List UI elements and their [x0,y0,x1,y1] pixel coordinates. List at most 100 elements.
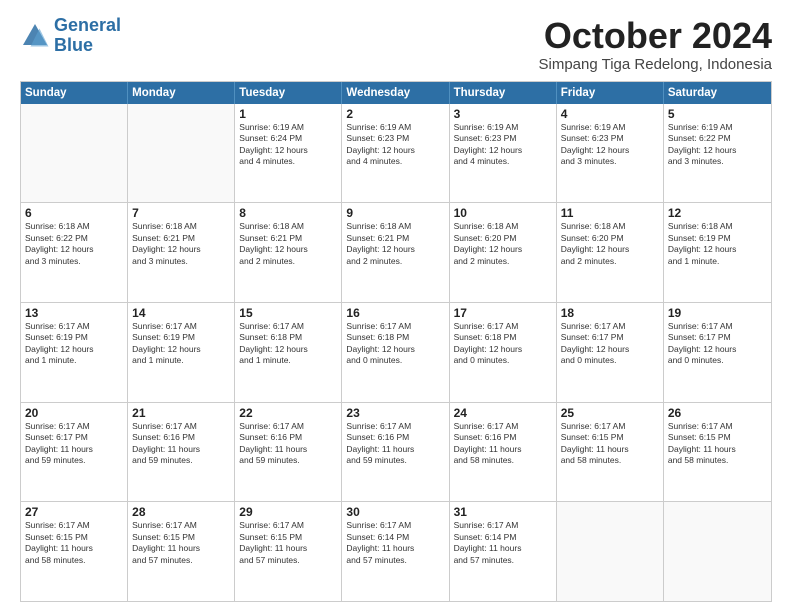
calendar-cell: 23Sunrise: 6:17 AM Sunset: 6:16 PM Dayli… [342,403,449,502]
day-number: 6 [25,206,123,220]
logo-icon [20,21,50,51]
cell-info: Sunrise: 6:17 AM Sunset: 6:15 PM Dayligh… [25,520,123,566]
day-number: 26 [668,406,767,420]
calendar-body: 1Sunrise: 6:19 AM Sunset: 6:24 PM Daylig… [21,104,771,601]
cell-info: Sunrise: 6:17 AM Sunset: 6:16 PM Dayligh… [454,421,552,467]
calendar-cell: 9Sunrise: 6:18 AM Sunset: 6:21 PM Daylig… [342,203,449,302]
cell-info: Sunrise: 6:17 AM Sunset: 6:17 PM Dayligh… [25,421,123,467]
calendar: SundayMondayTuesdayWednesdayThursdayFrid… [20,81,772,602]
cell-info: Sunrise: 6:17 AM Sunset: 6:14 PM Dayligh… [346,520,444,566]
day-number: 23 [346,406,444,420]
cell-info: Sunrise: 6:17 AM Sunset: 6:16 PM Dayligh… [239,421,337,467]
calendar-cell: 26Sunrise: 6:17 AM Sunset: 6:15 PM Dayli… [664,403,771,502]
logo-blue-text: Blue [54,35,93,55]
calendar-cell: 1Sunrise: 6:19 AM Sunset: 6:24 PM Daylig… [235,104,342,203]
month-title: October 2024 [539,16,773,56]
calendar-cell: 22Sunrise: 6:17 AM Sunset: 6:16 PM Dayli… [235,403,342,502]
calendar-cell: 29Sunrise: 6:17 AM Sunset: 6:15 PM Dayli… [235,502,342,601]
day-number: 19 [668,306,767,320]
day-number: 1 [239,107,337,121]
day-number: 20 [25,406,123,420]
calendar-cell-empty [128,104,235,203]
cell-info: Sunrise: 6:17 AM Sunset: 6:19 PM Dayligh… [132,321,230,367]
cell-info: Sunrise: 6:19 AM Sunset: 6:22 PM Dayligh… [668,122,767,168]
day-number: 4 [561,107,659,121]
cell-info: Sunrise: 6:18 AM Sunset: 6:20 PM Dayligh… [561,221,659,267]
day-number: 22 [239,406,337,420]
calendar-header-cell: Monday [128,82,235,104]
day-number: 2 [346,107,444,121]
page: General Blue October 2024 Simpang Tiga R… [0,0,792,612]
cell-info: Sunrise: 6:18 AM Sunset: 6:21 PM Dayligh… [132,221,230,267]
calendar-row: 20Sunrise: 6:17 AM Sunset: 6:17 PM Dayli… [21,402,771,502]
cell-info: Sunrise: 6:17 AM Sunset: 6:15 PM Dayligh… [132,520,230,566]
calendar-cell: 28Sunrise: 6:17 AM Sunset: 6:15 PM Dayli… [128,502,235,601]
calendar-header-row: SundayMondayTuesdayWednesdayThursdayFrid… [21,82,771,104]
day-number: 16 [346,306,444,320]
calendar-cell: 16Sunrise: 6:17 AM Sunset: 6:18 PM Dayli… [342,303,449,402]
cell-info: Sunrise: 6:17 AM Sunset: 6:18 PM Dayligh… [346,321,444,367]
calendar-header-cell: Wednesday [342,82,449,104]
calendar-cell: 31Sunrise: 6:17 AM Sunset: 6:14 PM Dayli… [450,502,557,601]
calendar-cell: 11Sunrise: 6:18 AM Sunset: 6:20 PM Dayli… [557,203,664,302]
logo: General Blue [20,16,121,56]
logo-general-text: General [54,15,121,35]
calendar-row: 6Sunrise: 6:18 AM Sunset: 6:22 PM Daylig… [21,202,771,302]
day-number: 8 [239,206,337,220]
day-number: 15 [239,306,337,320]
calendar-cell: 8Sunrise: 6:18 AM Sunset: 6:21 PM Daylig… [235,203,342,302]
cell-info: Sunrise: 6:18 AM Sunset: 6:19 PM Dayligh… [668,221,767,267]
calendar-cell: 25Sunrise: 6:17 AM Sunset: 6:15 PM Dayli… [557,403,664,502]
calendar-cell: 7Sunrise: 6:18 AM Sunset: 6:21 PM Daylig… [128,203,235,302]
day-number: 3 [454,107,552,121]
title-block: October 2024 Simpang Tiga Redelong, Indo… [539,16,773,73]
cell-info: Sunrise: 6:17 AM Sunset: 6:17 PM Dayligh… [561,321,659,367]
day-number: 17 [454,306,552,320]
cell-info: Sunrise: 6:18 AM Sunset: 6:22 PM Dayligh… [25,221,123,267]
cell-info: Sunrise: 6:17 AM Sunset: 6:18 PM Dayligh… [239,321,337,367]
cell-info: Sunrise: 6:18 AM Sunset: 6:20 PM Dayligh… [454,221,552,267]
calendar-cell: 13Sunrise: 6:17 AM Sunset: 6:19 PM Dayli… [21,303,128,402]
cell-info: Sunrise: 6:17 AM Sunset: 6:17 PM Dayligh… [668,321,767,367]
day-number: 11 [561,206,659,220]
cell-info: Sunrise: 6:17 AM Sunset: 6:16 PM Dayligh… [132,421,230,467]
calendar-header-cell: Tuesday [235,82,342,104]
calendar-cell: 15Sunrise: 6:17 AM Sunset: 6:18 PM Dayli… [235,303,342,402]
day-number: 27 [25,505,123,519]
calendar-cell: 21Sunrise: 6:17 AM Sunset: 6:16 PM Dayli… [128,403,235,502]
day-number: 28 [132,505,230,519]
day-number: 10 [454,206,552,220]
day-number: 13 [25,306,123,320]
cell-info: Sunrise: 6:19 AM Sunset: 6:23 PM Dayligh… [561,122,659,168]
calendar-header-cell: Friday [557,82,664,104]
calendar-cell: 30Sunrise: 6:17 AM Sunset: 6:14 PM Dayli… [342,502,449,601]
calendar-cell: 19Sunrise: 6:17 AM Sunset: 6:17 PM Dayli… [664,303,771,402]
calendar-cell-empty [557,502,664,601]
cell-info: Sunrise: 6:19 AM Sunset: 6:23 PM Dayligh… [454,122,552,168]
calendar-header-cell: Saturday [664,82,771,104]
calendar-cell-empty [21,104,128,203]
calendar-cell: 18Sunrise: 6:17 AM Sunset: 6:17 PM Dayli… [557,303,664,402]
calendar-header-cell: Thursday [450,82,557,104]
day-number: 30 [346,505,444,519]
calendar-cell: 10Sunrise: 6:18 AM Sunset: 6:20 PM Dayli… [450,203,557,302]
location-title: Simpang Tiga Redelong, Indonesia [539,56,773,73]
day-number: 18 [561,306,659,320]
calendar-cell: 2Sunrise: 6:19 AM Sunset: 6:23 PM Daylig… [342,104,449,203]
day-number: 24 [454,406,552,420]
cell-info: Sunrise: 6:17 AM Sunset: 6:19 PM Dayligh… [25,321,123,367]
calendar-cell: 3Sunrise: 6:19 AM Sunset: 6:23 PM Daylig… [450,104,557,203]
day-number: 21 [132,406,230,420]
cell-info: Sunrise: 6:19 AM Sunset: 6:23 PM Dayligh… [346,122,444,168]
calendar-cell-empty [664,502,771,601]
cell-info: Sunrise: 6:19 AM Sunset: 6:24 PM Dayligh… [239,122,337,168]
header: General Blue October 2024 Simpang Tiga R… [20,16,772,73]
calendar-cell: 12Sunrise: 6:18 AM Sunset: 6:19 PM Dayli… [664,203,771,302]
calendar-cell: 24Sunrise: 6:17 AM Sunset: 6:16 PM Dayli… [450,403,557,502]
calendar-row: 27Sunrise: 6:17 AM Sunset: 6:15 PM Dayli… [21,501,771,601]
day-number: 12 [668,206,767,220]
calendar-cell: 5Sunrise: 6:19 AM Sunset: 6:22 PM Daylig… [664,104,771,203]
cell-info: Sunrise: 6:18 AM Sunset: 6:21 PM Dayligh… [346,221,444,267]
day-number: 29 [239,505,337,519]
calendar-cell: 4Sunrise: 6:19 AM Sunset: 6:23 PM Daylig… [557,104,664,203]
